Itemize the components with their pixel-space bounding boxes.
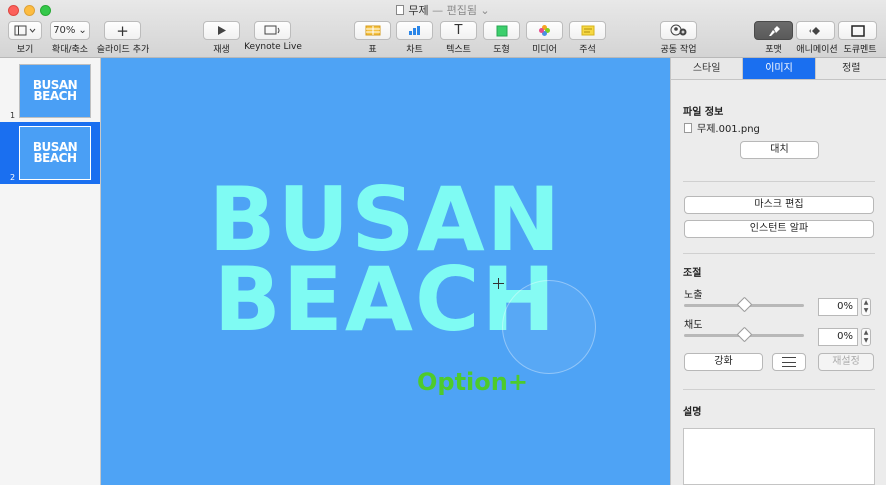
adjust-heading: 조절 xyxy=(683,268,702,279)
view-button[interactable] xyxy=(8,21,42,40)
saturation-slider[interactable] xyxy=(684,326,804,343)
crosshair-cursor-icon xyxy=(493,278,504,289)
slide-preview: BUSAN BEACH xyxy=(19,126,91,180)
file-name: 무제.001.png xyxy=(697,124,760,135)
document-button[interactable] xyxy=(838,21,877,40)
animate-button[interactable] xyxy=(796,21,835,40)
add-slide-button[interactable]: + xyxy=(104,21,141,40)
document-icon xyxy=(396,5,405,15)
animate-diamond-icon xyxy=(808,26,820,35)
tab-style[interactable]: 스타일 xyxy=(671,58,744,79)
comment-note-icon xyxy=(581,25,594,36)
slide-thumbnail-2[interactable]: BUSAN BEACH 2 xyxy=(0,122,100,184)
collaborate-button[interactable] xyxy=(660,21,697,40)
shape-button[interactable] xyxy=(483,21,520,40)
slide-navigator: BUSAN BEACH 1 BUSAN BEACH 2 xyxy=(0,58,101,485)
slide-thumbnail-1[interactable]: BUSAN BEACH 1 xyxy=(0,60,100,122)
photos-flower-icon xyxy=(539,25,550,36)
tab-image[interactable]: 이미지 xyxy=(743,58,816,79)
slide-preview: BUSAN BEACH xyxy=(19,64,91,118)
collaborate-person-add-icon xyxy=(670,24,686,36)
comment-button[interactable] xyxy=(569,21,606,40)
divider xyxy=(683,181,875,182)
exposure-slider[interactable] xyxy=(684,296,804,313)
file-icon xyxy=(684,122,692,133)
format-button[interactable] xyxy=(754,21,793,40)
chart-icon xyxy=(408,26,420,35)
divider xyxy=(683,253,875,254)
table-button[interactable] xyxy=(354,21,391,40)
window-title: 무제 — 편집됨 ⌄ xyxy=(0,2,886,18)
description-field[interactable] xyxy=(683,428,875,485)
divider xyxy=(683,389,875,390)
format-inspector: 스타일 이미지 정렬 파일 정보 무제.001.png 대치 마스크 편집 인스… xyxy=(670,58,886,485)
cursor-highlight xyxy=(502,280,596,374)
text-button[interactable]: T xyxy=(440,21,477,40)
instant-alpha-button[interactable]: 인스턴트 알파 xyxy=(684,220,874,238)
sidebar-view-icon xyxy=(14,25,36,36)
saturation-label: 채도 xyxy=(684,320,703,331)
reset-button[interactable]: 재설정 xyxy=(818,353,874,371)
option-key-hint: Option+ xyxy=(417,368,528,396)
toolbar: 무제 — 편집됨 ⌄ 보기 70% ⌄ 확대/축소 + 슬라이드 추가 재생 Ke… xyxy=(0,0,886,58)
edit-mask-button[interactable]: 마스크 편집 xyxy=(684,196,874,214)
adjust-sliders-icon xyxy=(782,357,796,367)
table-icon xyxy=(365,25,380,36)
edited-status[interactable]: — 편집됨 ⌄ xyxy=(432,4,490,17)
saturation-stepper[interactable]: ▲ ▼ xyxy=(861,328,871,346)
chevron-down-icon: ⌄ xyxy=(78,25,87,36)
exposure-field[interactable]: 0% xyxy=(818,298,858,316)
replace-button[interactable]: 대치 xyxy=(740,141,819,159)
slide-canvas[interactable]: BUSAN BEACH Option+ xyxy=(101,58,670,485)
enhance-button[interactable]: 강화 xyxy=(684,353,763,371)
chart-button[interactable] xyxy=(396,21,433,40)
plus-icon: + xyxy=(116,21,129,40)
saturation-field[interactable]: 0% xyxy=(818,328,858,346)
exposure-label: 노출 xyxy=(684,290,703,301)
file-info-row: 무제.001.png xyxy=(684,120,760,135)
saturation-slider-knob[interactable] xyxy=(736,326,753,343)
keynote-live-icon xyxy=(264,25,279,35)
play-icon xyxy=(217,26,226,35)
description-heading: 설명 xyxy=(683,407,702,418)
tab-arrange[interactable]: 정렬 xyxy=(815,58,886,79)
shape-square-icon xyxy=(496,25,507,36)
adjust-settings-button[interactable] xyxy=(772,353,806,371)
file-info-heading: 파일 정보 xyxy=(683,107,724,118)
keynote-live-button[interactable] xyxy=(254,21,291,40)
play-button[interactable] xyxy=(203,21,240,40)
media-button[interactable] xyxy=(526,21,563,40)
zoom-select[interactable]: 70% ⌄ xyxy=(50,21,90,40)
document-window-icon xyxy=(850,24,865,37)
inspector-tabs: 스타일 이미지 정렬 xyxy=(671,58,886,80)
format-paintbrush-icon xyxy=(768,25,780,36)
exposure-stepper[interactable]: ▲ ▼ xyxy=(861,298,871,316)
exposure-slider-knob[interactable] xyxy=(736,296,753,313)
text-t-icon: T xyxy=(454,23,463,38)
